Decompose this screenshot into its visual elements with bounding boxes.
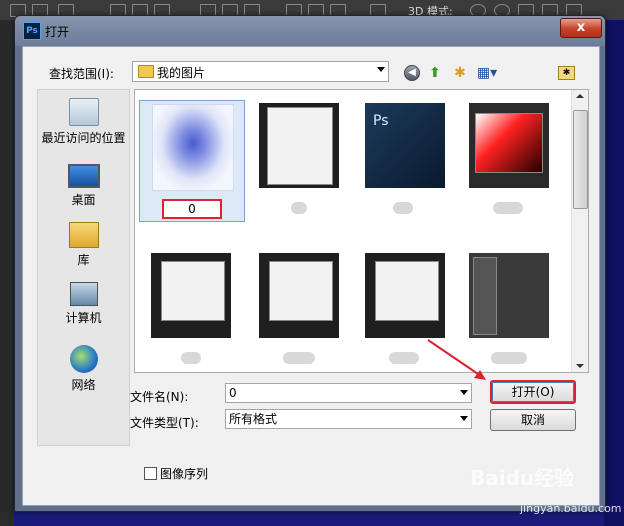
- view-menu-button[interactable]: ▦▾: [475, 64, 499, 82]
- scroll-down-icon[interactable]: [576, 364, 584, 368]
- file-name: 0: [162, 199, 222, 219]
- close-button[interactable]: x: [560, 18, 602, 38]
- image-sequence-checkbox[interactable]: 图像序列: [144, 465, 208, 482]
- image-thumbnail: [469, 103, 549, 188]
- places-bar: 最近访问的位置 桌面 库 计算机 网络: [37, 89, 130, 446]
- dialog-titlebar[interactable]: Ps 打开 x: [15, 16, 605, 46]
- image-thumbnail: [259, 253, 339, 338]
- file-item[interactable]: [247, 250, 351, 370]
- image-thumbnail: [259, 103, 339, 188]
- file-item[interactable]: [139, 250, 243, 370]
- file-item[interactable]: [457, 250, 561, 370]
- file-name: [491, 352, 527, 364]
- scroll-thumb[interactable]: [573, 110, 588, 209]
- ps-splash-text: Ps: [373, 113, 389, 129]
- image-thumbnail: [469, 253, 549, 338]
- chevron-down-icon: [460, 416, 468, 421]
- file-list[interactable]: 0 Ps: [134, 89, 589, 373]
- open-button[interactable]: 打开(O): [490, 380, 576, 404]
- watermark-url: jingyan.baidu.com: [520, 502, 622, 515]
- file-name: [493, 202, 523, 214]
- cancel-button[interactable]: 取消: [490, 409, 576, 431]
- look-in-dropdown[interactable]: 我的图片: [132, 61, 389, 82]
- file-item[interactable]: Ps: [353, 100, 457, 220]
- file-name: [283, 352, 315, 364]
- file-name-label: 文件名(N):: [130, 390, 189, 404]
- look-in-value: 我的图片: [157, 66, 206, 80]
- folder-settings-icon[interactable]: ✱: [558, 66, 575, 80]
- new-folder-button[interactable]: ✱: [451, 64, 469, 82]
- checkbox-box[interactable]: [144, 467, 157, 480]
- file-name: [291, 202, 307, 214]
- baidu-watermark: Baidu经验: [470, 466, 575, 490]
- folder-icon: [138, 65, 154, 78]
- look-in-label: 查找范围(I):: [49, 67, 114, 81]
- back-button[interactable]: ◀: [404, 65, 420, 81]
- file-name: [181, 352, 201, 364]
- scroll-up-icon[interactable]: [576, 94, 584, 98]
- photoshop-logo-icon: Ps: [23, 22, 41, 40]
- desktop-icon: [67, 164, 100, 188]
- file-name-input[interactable]: 0: [225, 383, 472, 403]
- place-computer[interactable]: 计算机: [38, 282, 129, 326]
- dialog-title: 打开: [45, 25, 70, 39]
- chevron-down-icon[interactable]: [460, 390, 468, 395]
- vertical-scrollbar[interactable]: [571, 90, 588, 372]
- network-icon: [69, 345, 98, 373]
- image-thumbnail: [151, 253, 231, 338]
- file-item[interactable]: [457, 100, 561, 220]
- place-label: 库: [77, 253, 90, 267]
- recent-places-icon: [68, 98, 99, 126]
- place-network[interactable]: 网络: [38, 345, 129, 393]
- file-name: [389, 352, 419, 364]
- photoshop-tools-panel: [0, 20, 14, 526]
- place-label: 最近访问的位置: [41, 131, 126, 145]
- file-type-label: 文件类型(T):: [130, 416, 199, 430]
- image-thumbnail: [365, 253, 445, 338]
- file-item[interactable]: [247, 100, 351, 220]
- place-label: 网络: [71, 378, 96, 392]
- place-desktop[interactable]: 桌面: [38, 160, 129, 208]
- place-recent[interactable]: 最近访问的位置: [38, 98, 129, 146]
- photoshop-canvas-area: [604, 20, 624, 526]
- chevron-down-icon: [377, 67, 385, 72]
- file-type-value: 所有格式: [229, 412, 278, 426]
- file-item[interactable]: [353, 250, 457, 370]
- image-thumbnail: [152, 104, 234, 191]
- image-sequence-label: 图像序列: [160, 467, 209, 481]
- file-name: [393, 202, 413, 214]
- computer-icon: [69, 282, 98, 306]
- place-label: 计算机: [65, 311, 102, 325]
- image-thumbnail: Ps: [365, 103, 445, 188]
- open-file-dialog: Ps 打开 x 查找范围(I): 我的图片 ◀ ⬆ ✱ ▦▾ ✱ 最近访问的位置…: [14, 15, 606, 512]
- up-one-level-button[interactable]: ⬆: [426, 64, 444, 82]
- file-type-dropdown[interactable]: 所有格式: [225, 409, 472, 429]
- dialog-client-area: 查找范围(I): 我的图片 ◀ ⬆ ✱ ▦▾ ✱ 最近访问的位置 桌面 库 计算…: [22, 46, 600, 506]
- place-label: 桌面: [71, 193, 96, 207]
- library-icon: [68, 222, 99, 248]
- file-name-value: 0: [229, 386, 237, 400]
- file-item-selected[interactable]: 0: [139, 100, 245, 222]
- place-library[interactable]: 库: [38, 222, 129, 268]
